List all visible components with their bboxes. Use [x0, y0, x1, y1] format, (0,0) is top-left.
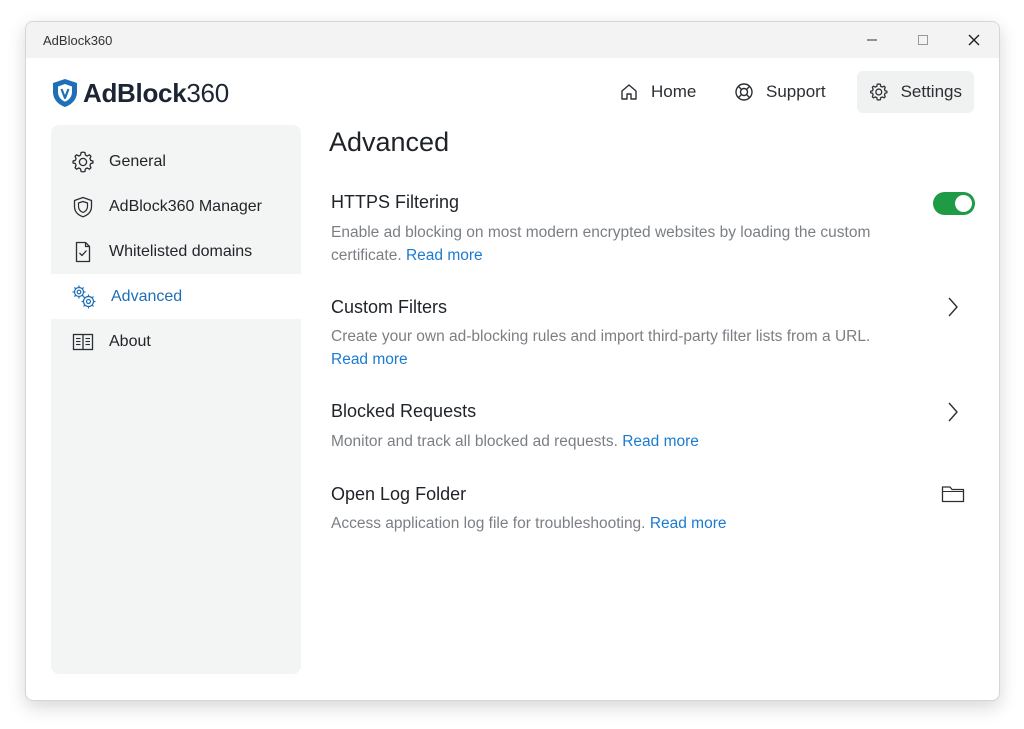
brand-name-light: 360: [186, 77, 229, 108]
https-filtering-read-more-link[interactable]: Read more: [406, 247, 483, 264]
open-log-folder-description: Access application log file for troubles…: [331, 512, 931, 535]
close-button[interactable]: [951, 22, 997, 58]
shield-icon: [73, 196, 93, 217]
minimize-icon: [867, 39, 877, 41]
nav-home-label: Home: [651, 82, 697, 101]
https-filtering-toggle[interactable]: [933, 192, 975, 215]
app-logo: AdBlock 360: [51, 77, 229, 109]
custom-filters-read-more-link[interactable]: Read more: [331, 351, 408, 368]
shield-logo-icon: [53, 79, 77, 107]
gear-icon: [870, 83, 888, 101]
sidebar-item-label: AdBlock360 Manager: [109, 197, 262, 215]
book-icon: [72, 333, 94, 350]
sidebar-item-label: About: [109, 332, 151, 350]
toggle-knob: [955, 195, 972, 212]
blocked-requests-title: Blocked Requests: [331, 401, 477, 421]
nav-settings-button[interactable]: Settings: [857, 71, 974, 113]
home-icon: [621, 84, 637, 100]
nav-support-label: Support: [766, 82, 826, 101]
open-log-folder-button[interactable]: [939, 480, 967, 508]
blocked-requests-description: Monitor and track all blocked ad request…: [331, 430, 931, 453]
sidebar-item-label: General: [109, 152, 166, 170]
gear-icon: [72, 151, 94, 172]
custom-filters-desc-line1: Create your own ad-blocking rules and im…: [331, 328, 871, 345]
sidebar-item-general[interactable]: General: [51, 139, 301, 184]
maximize-icon: [918, 35, 928, 45]
https-filtering-description: Enable ad blocking on most modern encryp…: [331, 221, 931, 267]
window-title: AdBlock360: [43, 33, 113, 48]
sidebar-item-label: Whitelisted domains: [109, 242, 253, 260]
custom-filters-open-button[interactable]: [939, 293, 967, 321]
lifebuoy-icon: [735, 83, 753, 101]
open-log-folder-desc-line1: Access application log file for troubles…: [331, 515, 646, 532]
settings-sidebar: General AdBlock360 Manager Whitelisted d…: [51, 125, 301, 674]
nav-home-button[interactable]: Home: [607, 71, 708, 113]
https-filtering-desc-line1: Enable ad blocking on most modern encryp…: [331, 224, 871, 241]
blocked-requests-open-button[interactable]: [939, 398, 967, 426]
open-log-folder-read-more-link[interactable]: Read more: [650, 515, 727, 532]
sidebar-item-about[interactable]: About: [51, 319, 301, 364]
checked-document-icon: [75, 241, 91, 262]
brand-name-bold: AdBlock: [83, 77, 187, 108]
custom-filters-title: Custom Filters: [331, 297, 448, 317]
https-filtering-title: HTTPS Filtering: [331, 192, 460, 212]
title-bar: AdBlock360: [26, 22, 999, 58]
nav-support-button[interactable]: Support: [722, 71, 838, 113]
open-log-folder-title: Open Log Folder: [331, 484, 467, 504]
custom-filters-description: Create your own ad-blocking rules and im…: [331, 325, 931, 371]
maximize-button[interactable]: [900, 22, 946, 58]
blocked-requests-desc-line1: Monitor and track all blocked ad request…: [331, 433, 618, 450]
sidebar-item-manager[interactable]: AdBlock360 Manager: [51, 184, 301, 229]
sidebar-item-whitelisted-domains[interactable]: Whitelisted domains: [51, 229, 301, 274]
chevron-right-icon: [948, 297, 958, 317]
close-icon: [968, 34, 980, 46]
app-window: AdBlock360 AdBlock 360 Home Support Sett…: [25, 21, 1000, 701]
page-title: Advanced: [329, 127, 450, 157]
https-filtering-desc-line2: certificate.: [331, 247, 402, 264]
sidebar-item-advanced[interactable]: Advanced: [51, 274, 301, 319]
nav-settings-label: Settings: [900, 82, 962, 101]
minimize-button[interactable]: [849, 22, 895, 58]
sidebar-item-label: Advanced: [111, 287, 183, 305]
gears-icon: [72, 285, 96, 308]
blocked-requests-read-more-link[interactable]: Read more: [622, 433, 699, 450]
chevron-right-icon: [948, 402, 958, 422]
folder-icon: [941, 486, 965, 503]
